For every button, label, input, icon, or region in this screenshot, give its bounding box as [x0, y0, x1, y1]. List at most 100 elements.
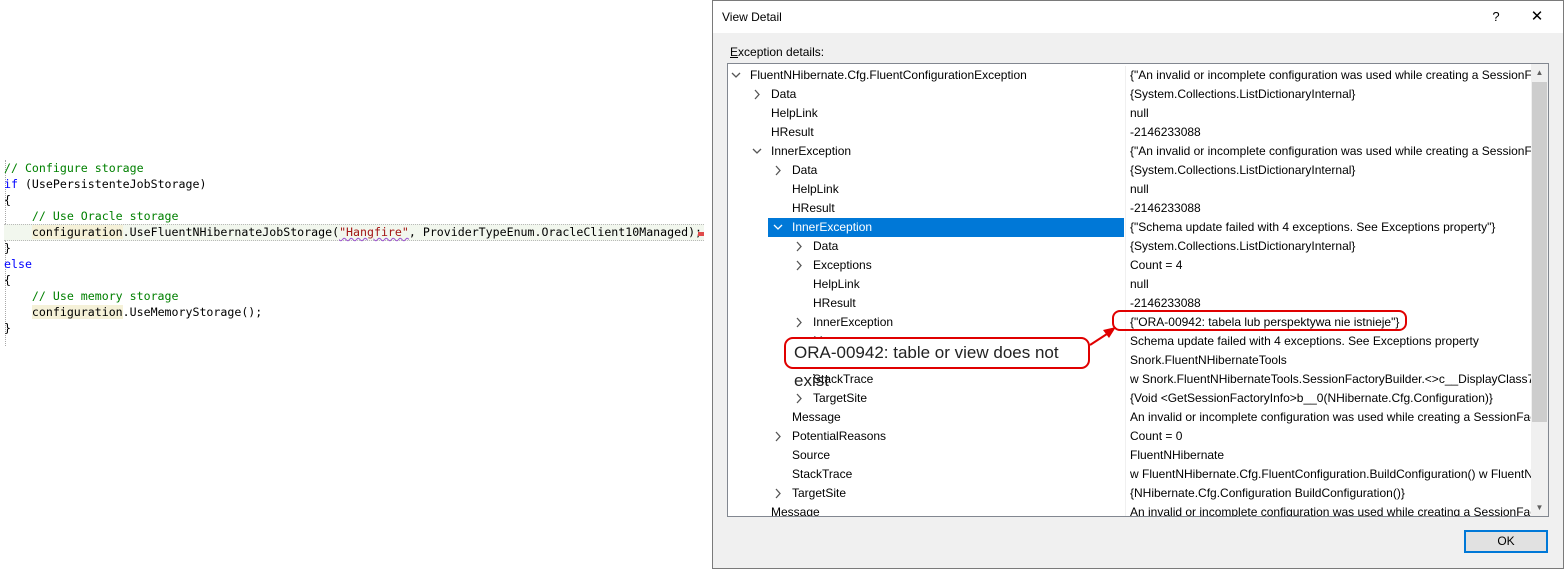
- close-button[interactable]: ✕: [1525, 7, 1549, 27]
- property-name-cell: StackTrace: [728, 465, 1124, 484]
- property-name-cell: Source: [728, 446, 1124, 465]
- scroll-down-icon[interactable]: ▼: [1531, 499, 1548, 516]
- vertical-scrollbar[interactable]: ▲ ▼: [1531, 64, 1548, 516]
- help-button[interactable]: ?: [1486, 7, 1506, 27]
- tree-row[interactable]: Source FluentNHibernate: [728, 446, 1531, 465]
- property-value: {Void <GetSessionFactoryInfo>b__0(NHiber…: [1130, 391, 1493, 405]
- tree-row[interactable]: HelpLink null: [728, 275, 1531, 294]
- property-value: {NHibernate.Cfg.Configuration BuildConfi…: [1130, 486, 1405, 500]
- chevron-right-icon[interactable]: [793, 237, 805, 256]
- property-value: Count = 0: [1130, 429, 1183, 443]
- code-line: }: [4, 240, 11, 256]
- chevron-down-icon[interactable]: [772, 218, 784, 237]
- chevron-right-icon[interactable]: [793, 313, 805, 332]
- code-string: "Hangfire": [339, 225, 409, 239]
- code-editor[interactable]: // Configure storage if (UsePersistenteJo…: [0, 0, 714, 569]
- tree-row[interactable]: StackTrace w FluentNHibernate.Cfg.Fluent…: [728, 465, 1531, 484]
- property-value: An invalid or incomplete configuration w…: [1130, 505, 1531, 517]
- property-name: Data: [771, 87, 797, 101]
- tree-row[interactable]: HelpLink null: [728, 180, 1531, 199]
- code-line: configuration.UseFluentNHibernateJobStor…: [4, 224, 704, 241]
- chevron-right-icon[interactable]: [772, 427, 784, 446]
- tree-row[interactable]: Message An invalid or incomplete configur…: [728, 408, 1531, 427]
- tree-row[interactable]: Exceptions Count = 4: [728, 256, 1531, 275]
- code-line: // Use memory storage: [4, 288, 179, 304]
- property-name: StackTrace: [792, 467, 853, 481]
- property-value: An invalid or incomplete configuration w…: [1130, 410, 1531, 424]
- column-divider: [1125, 427, 1126, 446]
- code-token: , ProviderTypeEnum.OracleClient10Managed…: [408, 225, 703, 239]
- chevron-down-icon[interactable]: [730, 66, 742, 85]
- code-line: // Use Oracle storage: [4, 208, 179, 224]
- chevron-down-icon[interactable]: [751, 142, 763, 161]
- tree-row[interactable]: Message An invalid or incomplete configur…: [728, 503, 1531, 517]
- property-name-cell: Data: [728, 237, 1124, 256]
- tree-row[interactable]: FluentNHibernate.Cfg.FluentConfiguration…: [728, 66, 1531, 85]
- property-name: Message: [771, 505, 820, 517]
- property-name-cell: TargetSite: [728, 389, 1124, 408]
- property-name-cell: HResult: [728, 123, 1124, 142]
- code-comment: // Use Oracle storage: [4, 209, 179, 223]
- tree-row[interactable]: Data {System.Collections.ListDictionaryIn…: [728, 237, 1531, 256]
- tree-row[interactable]: HResult -2146233088: [728, 199, 1531, 218]
- tree-row[interactable]: StackTrace w Snork.FluentNHibernateTools…: [728, 370, 1531, 389]
- column-divider: [1125, 370, 1126, 389]
- property-value: Count = 4: [1130, 258, 1183, 272]
- property-name-cell: HResult: [728, 294, 1124, 313]
- property-value: {"Schema update failed with 4 exceptions…: [1130, 220, 1496, 234]
- chevron-right-icon[interactable]: [772, 484, 784, 503]
- tree-row[interactable]: Data {System.Collections.ListDictionaryIn…: [728, 85, 1531, 104]
- column-divider: [1125, 351, 1126, 370]
- column-divider: [1125, 484, 1126, 503]
- property-name: Message: [792, 410, 841, 424]
- code-token: {: [4, 193, 11, 207]
- callout-note: ORA-00942: table or view does not exist: [784, 337, 1090, 390]
- tree-row[interactable]: TargetSite {Void <GetSessionFactoryInfo>b…: [728, 389, 1531, 408]
- exception-details-tree[interactable]: FluentNHibernate.Cfg.FluentConfiguration…: [727, 63, 1549, 517]
- code-identifier: configuration: [31, 305, 123, 319]
- tree-row[interactable]: InnerException {"Schema update failed wit…: [728, 218, 1531, 237]
- highlight-oval: [1112, 310, 1407, 331]
- column-divider: [1125, 389, 1126, 408]
- chevron-right-icon[interactable]: [772, 161, 784, 180]
- column-divider: [1125, 66, 1126, 85]
- ok-button[interactable]: OK: [1464, 530, 1548, 553]
- property-value: {System.Collections.ListDictionaryIntern…: [1130, 87, 1356, 101]
- code-line: if (UsePersistenteJobStorage): [4, 176, 206, 192]
- code-token: (UsePersistenteJobStorage): [17, 177, 207, 191]
- property-value: -2146233088: [1130, 201, 1201, 215]
- column-divider: [1125, 408, 1126, 427]
- tree-row[interactable]: HelpLink null: [728, 104, 1531, 123]
- tree-row[interactable]: PotentialReasons Count = 0: [728, 427, 1531, 446]
- chevron-right-icon[interactable]: [793, 256, 805, 275]
- property-value: null: [1130, 182, 1149, 196]
- scroll-thumb[interactable]: [1532, 82, 1547, 422]
- tree-row[interactable]: Data {System.Collections.ListDictionaryIn…: [728, 161, 1531, 180]
- column-divider: [1125, 142, 1126, 161]
- property-name: TargetSite: [792, 486, 847, 500]
- property-name-cell: PotentialReasons: [728, 427, 1124, 446]
- property-name-cell: InnerException: [728, 142, 1124, 161]
- property-name: InnerException: [813, 315, 894, 329]
- tree-row[interactable]: HResult -2146233088: [728, 123, 1531, 142]
- property-value: w Snork.FluentNHibernateTools.SessionFac…: [1130, 372, 1531, 386]
- column-divider: [1125, 465, 1126, 484]
- chevron-right-icon[interactable]: [751, 85, 763, 104]
- tree-row[interactable]: InnerException {"An invalid or incomplete…: [728, 142, 1531, 161]
- column-divider: [1125, 180, 1126, 199]
- property-value: w FluentNHibernate.Cfg.FluentConfigurati…: [1130, 467, 1531, 481]
- code-keyword: if: [4, 177, 18, 191]
- property-name: Data: [813, 239, 839, 253]
- property-name-cell: HelpLink: [728, 104, 1124, 123]
- property-value: Snork.FluentNHibernateTools: [1130, 353, 1287, 367]
- property-name-cell: InnerException: [728, 218, 1124, 237]
- property-name-cell: Data: [728, 85, 1124, 104]
- scroll-up-icon[interactable]: ▲: [1531, 64, 1548, 81]
- column-divider: [1125, 104, 1126, 123]
- property-value: {"An invalid or incomplete configuration…: [1130, 144, 1531, 158]
- tree-row[interactable]: TargetSite {NHibernate.Cfg.Configuration …: [728, 484, 1531, 503]
- property-name-cell: Data: [728, 161, 1124, 180]
- property-name-cell: HResult: [728, 199, 1124, 218]
- property-name: HelpLink: [792, 182, 839, 196]
- code-token: {: [4, 273, 11, 287]
